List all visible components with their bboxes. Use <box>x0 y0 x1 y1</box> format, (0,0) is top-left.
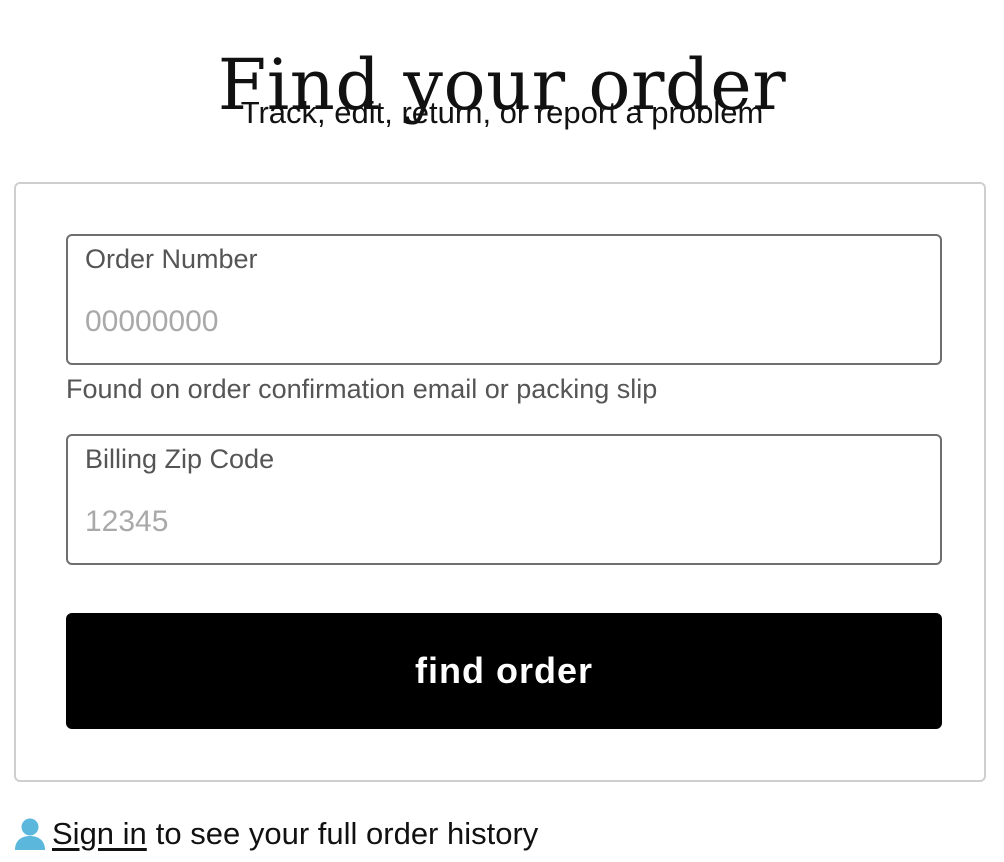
signin-prompt: Sign in to see your full order history <box>14 812 538 856</box>
signin-description: to see your full order history <box>155 816 539 851</box>
billing-zip-input[interactable] <box>85 500 921 544</box>
order-number-label: Order Number <box>85 244 258 274</box>
billing-zip-field[interactable]: Billing Zip Code <box>66 434 942 565</box>
order-number-field[interactable]: Order Number <box>66 234 942 365</box>
find-order-button[interactable]: find order <box>66 613 942 729</box>
order-number-helper-text: Found on order confirmation email or pac… <box>66 374 658 404</box>
billing-zip-label: Billing Zip Code <box>85 444 275 474</box>
order-number-input[interactable] <box>85 300 921 344</box>
find-order-form: Order Number Found on order confirmation… <box>14 182 986 782</box>
user-icon <box>14 817 46 851</box>
sign-in-link[interactable]: Sign in <box>52 814 147 854</box>
page-subtitle: Track, edit, return, or report a problem <box>240 95 764 130</box>
